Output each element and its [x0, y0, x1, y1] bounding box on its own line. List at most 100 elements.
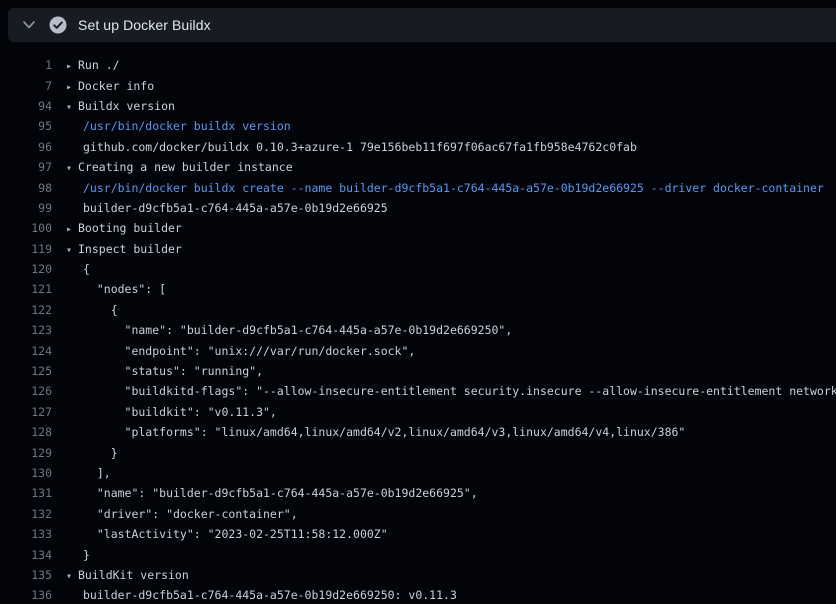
log-row: 95/usr/bin/docker buildx version	[0, 116, 836, 136]
log-group-header[interactable]: ▸Docker info	[66, 79, 836, 93]
line-number[interactable]: 124	[0, 344, 52, 358]
log-row: 127 "buildkit": "v0.11.3",	[0, 402, 836, 422]
log-row: 120 {	[0, 259, 836, 279]
line-number[interactable]: 94	[0, 99, 52, 113]
log-group-header[interactable]: ▾Inspect builder	[66, 242, 836, 256]
line-number[interactable]: 136	[0, 588, 52, 602]
output-line: "name": "builder-d9cfb5a1-c764-445a-a57e…	[66, 323, 836, 337]
log-row: 119 ▾Inspect builder	[0, 239, 836, 259]
log-row: 129 }	[0, 442, 836, 462]
output-line: ],	[66, 466, 836, 480]
output-line: {	[66, 262, 836, 276]
output-line: {	[66, 303, 836, 317]
log-row: 94 ▾Buildx version	[0, 96, 836, 116]
log-row: 100 ▸Booting builder	[0, 218, 836, 238]
triangle-right-icon: ▸	[66, 61, 78, 72]
group-label: Buildx version	[78, 99, 175, 113]
log-group-header[interactable]: ▸Run ./	[66, 58, 836, 72]
log-row: 99 builder-d9cfb5a1-c764-445a-a57e-0b19d2…	[0, 198, 836, 218]
line-number[interactable]: 134	[0, 548, 52, 562]
output-line: "status": "running",	[66, 364, 836, 378]
output-line: "platforms": "linux/amd64,linux/amd64/v2…	[66, 425, 836, 439]
triangle-right-icon: ▸	[66, 224, 78, 235]
log-row: 126 "buildkitd-flags": "--allow-insecure…	[0, 381, 836, 401]
log-row: 128 "platforms": "linux/amd64,linux/amd6…	[0, 422, 836, 442]
output-line: "buildkit": "v0.11.3",	[66, 405, 836, 419]
log-row: 131 "name": "builder-d9cfb5a1-c764-445a-…	[0, 483, 836, 503]
command-line: /usr/bin/docker buildx version	[66, 119, 836, 133]
log-rows: 1▸Run ./7▸Docker info94▾Buildx version95…	[0, 55, 836, 604]
line-number[interactable]: 127	[0, 405, 52, 419]
triangle-down-icon: ▾	[66, 245, 78, 256]
step-title: Set up Docker Buildx	[78, 17, 211, 33]
log-row: 97 ▾Creating a new builder instance	[0, 157, 836, 177]
command-line: /usr/bin/docker buildx create --name bui…	[66, 181, 836, 195]
line-number[interactable]: 96	[0, 140, 52, 154]
output-line: github.com/docker/buildx 0.10.3+azure-1 …	[66, 140, 836, 154]
output-line: "endpoint": "unix:///var/run/docker.sock…	[66, 344, 836, 358]
group-label: BuildKit version	[78, 568, 189, 582]
log-row: 135 ▾BuildKit version	[0, 565, 836, 585]
group-label: Booting builder	[78, 221, 182, 235]
log-row: 96 github.com/docker/buildx 0.10.3+azure-…	[0, 137, 836, 157]
log-group-header[interactable]: ▾Creating a new builder instance	[66, 160, 836, 174]
group-label: Creating a new builder instance	[78, 160, 293, 174]
group-label: Inspect builder	[78, 242, 182, 256]
log-group-header[interactable]: ▾BuildKit version	[66, 568, 836, 582]
output-line: builder-d9cfb5a1-c764-445a-a57e-0b19d2e6…	[66, 201, 836, 215]
line-number[interactable]: 122	[0, 303, 52, 317]
log-row: 134}	[0, 544, 836, 564]
log-row: 98/usr/bin/docker buildx create --name b…	[0, 177, 836, 197]
line-number[interactable]: 99	[0, 201, 52, 215]
step-header[interactable]: Set up Docker Buildx	[8, 8, 836, 42]
output-line: "name": "builder-d9cfb5a1-c764-445a-a57e…	[66, 486, 836, 500]
line-number[interactable]: 135	[0, 568, 52, 582]
log-row: 121 "nodes": [	[0, 279, 836, 299]
log-row: 132 "driver": "docker-container",	[0, 504, 836, 524]
line-number[interactable]: 130	[0, 466, 52, 480]
output-line: "nodes": [	[66, 282, 836, 296]
line-number[interactable]: 123	[0, 323, 52, 337]
line-number[interactable]: 98	[0, 181, 52, 195]
line-number[interactable]: 126	[0, 384, 52, 398]
line-number[interactable]: 121	[0, 282, 52, 296]
chevron-down-icon[interactable]	[22, 20, 36, 30]
group-label: Docker info	[78, 79, 154, 93]
triangle-right-icon: ▸	[66, 82, 78, 93]
group-label: Run ./	[78, 58, 120, 72]
output-line: "driver": "docker-container",	[66, 507, 836, 521]
log-row: 1 ▸Run ./	[0, 55, 836, 75]
log-row: 130 ],	[0, 463, 836, 483]
output-line: "lastActivity": "2023-02-25T11:58:12.000…	[66, 527, 836, 541]
line-number[interactable]: 133	[0, 527, 52, 541]
line-number[interactable]: 1	[0, 58, 52, 72]
log-row: 136 builder-d9cfb5a1-c764-445a-a57e-0b19d…	[0, 585, 836, 604]
line-number[interactable]: 131	[0, 486, 52, 500]
log-row: 7 ▸Docker info	[0, 75, 836, 95]
log-row: 125 "status": "running",	[0, 361, 836, 381]
log-group-header[interactable]: ▾Buildx version	[66, 99, 836, 113]
triangle-down-icon: ▾	[66, 163, 78, 174]
output-line: builder-d9cfb5a1-c764-445a-a57e-0b19d2e6…	[66, 588, 836, 602]
line-number[interactable]: 120	[0, 262, 52, 276]
output-line: }	[66, 446, 836, 460]
output-line: "buildkitd-flags": "--allow-insecure-ent…	[66, 384, 836, 398]
line-number[interactable]: 129	[0, 446, 52, 460]
log-row: 123 "name": "builder-d9cfb5a1-c764-445a-…	[0, 320, 836, 340]
line-number[interactable]: 128	[0, 425, 52, 439]
line-number[interactable]: 97	[0, 160, 52, 174]
log-group-header[interactable]: ▸Booting builder	[66, 221, 836, 235]
output-line: }	[66, 548, 836, 562]
line-number[interactable]: 7	[0, 79, 52, 93]
line-number[interactable]: 119	[0, 242, 52, 256]
line-number[interactable]: 132	[0, 507, 52, 521]
log-row: 124 "endpoint": "unix:///var/run/docker.…	[0, 340, 836, 360]
log-area: 1▸Run ./7▸Docker info94▾Buildx version95…	[0, 42, 836, 604]
line-number[interactable]: 125	[0, 364, 52, 378]
check-circle-icon	[49, 16, 67, 34]
log-row: 133 "lastActivity": "2023-02-25T11:58:12…	[0, 524, 836, 544]
log-row: 122 {	[0, 300, 836, 320]
line-number[interactable]: 95	[0, 119, 52, 133]
triangle-down-icon: ▾	[66, 102, 78, 113]
line-number[interactable]: 100	[0, 221, 52, 235]
